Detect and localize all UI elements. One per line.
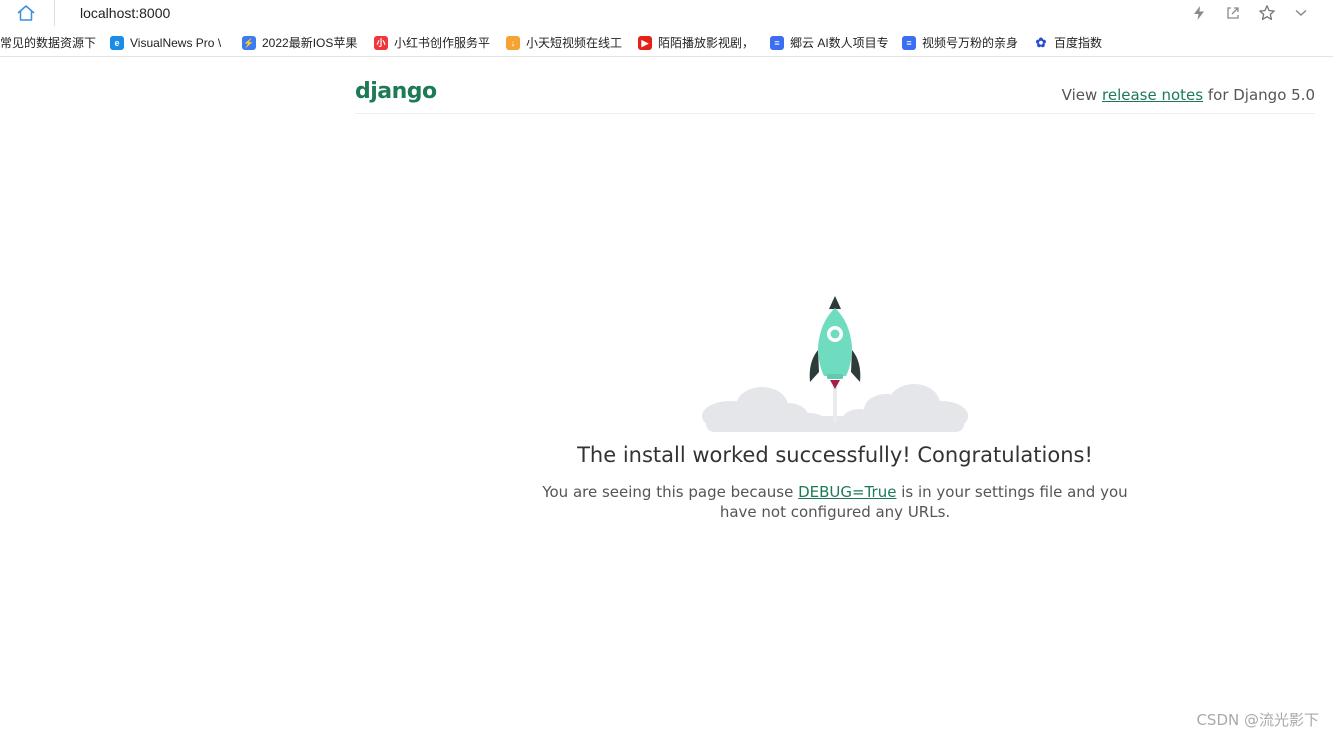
- address-bar: localhost:8000: [0, 0, 1333, 28]
- bookmark-item[interactable]: ✿ 百度指数: [1024, 32, 1114, 54]
- debug-true-link[interactable]: DEBUG=True: [798, 483, 896, 501]
- lightning-icon[interactable]: [1189, 3, 1209, 23]
- bookmark-label: VisualNews Pro \: [130, 35, 222, 50]
- django-logo[interactable]: django: [355, 77, 437, 107]
- bookmark-item[interactable]: ⚡ 2022最新IOS苹果: [232, 32, 364, 54]
- share-icon[interactable]: [1223, 3, 1243, 23]
- exhaust-trail: [833, 386, 837, 422]
- doc-icon: ≡: [902, 35, 916, 50]
- home-icon[interactable]: [14, 2, 38, 24]
- django-header: django View release notes for Django 5.0: [355, 77, 1315, 114]
- release-suffix: for Django 5.0: [1203, 86, 1315, 104]
- rocket-illustration: [700, 292, 970, 434]
- e-icon: e: [110, 35, 124, 50]
- url-field[interactable]: localhost:8000: [80, 4, 170, 22]
- page-description: You are seeing this page because DEBUG=T…: [535, 482, 1135, 522]
- bookmark-item[interactable]: ≡ 郷云 AI数人项目专: [760, 32, 892, 54]
- bookmark-item[interactable]: ▶ 陌陌播放影视剧，: [628, 32, 760, 54]
- bookmark-label: 常见的数据资源下: [0, 36, 97, 50]
- bookmarks-bar: 常见的数据资源下 e VisualNews Pro \ ⚡ 2022最新IOS苹果小小红…: [0, 29, 1333, 57]
- youtube-icon: ▶: [638, 35, 652, 50]
- chevron-down-icon[interactable]: [1291, 3, 1311, 23]
- address-actions: [1189, 2, 1311, 24]
- bookmark-label: 百度指数: [1054, 36, 1103, 50]
- release-prefix: View: [1061, 86, 1103, 104]
- bookmark-item[interactable]: e VisualNews Pro \: [100, 32, 232, 54]
- bookmark-label: 郷云 AI数人项目专: [790, 36, 889, 50]
- bookmark-label: 陌陌播放影视剧，: [658, 36, 755, 50]
- doc-icon: ≡: [770, 35, 784, 50]
- bookmark-item[interactable]: ↓ 小天短视频在线工: [496, 32, 628, 54]
- release-notes-link[interactable]: release notes: [1102, 86, 1203, 104]
- star-icon[interactable]: [1257, 3, 1277, 23]
- bookmark-label: 2022最新IOS苹果: [262, 36, 358, 50]
- download-icon: ↓: [506, 35, 520, 50]
- release-notes-text: View release notes for Django 5.0: [1062, 85, 1315, 105]
- bookmark-item[interactable]: ≡ 视频号万粉的亲身: [892, 32, 1024, 54]
- bookmark-label: 视频号万粉的亲身: [922, 36, 1019, 50]
- page-title: The install worked successfully! Congrat…: [577, 443, 1093, 467]
- xiaohongshu-icon: 小: [374, 35, 388, 50]
- rocket-icon: [809, 296, 861, 389]
- flame-icon: [830, 380, 840, 389]
- bookmark-label: 小天短视频在线工: [526, 36, 623, 50]
- baidu-icon: ✿: [1035, 34, 1047, 50]
- bookmark-item[interactable]: 小小红书创作服务平: [364, 32, 496, 54]
- bookmark-label: 小红书创作服务平: [394, 36, 491, 50]
- bookmark-item[interactable]: 常见的数据资源下: [0, 32, 100, 54]
- description-prefix: You are seeing this page because: [542, 483, 799, 501]
- csdn-watermark: CSDN @流光影下: [1196, 711, 1319, 729]
- address-divider: [54, 0, 55, 26]
- bolt-icon: ⚡: [242, 35, 256, 50]
